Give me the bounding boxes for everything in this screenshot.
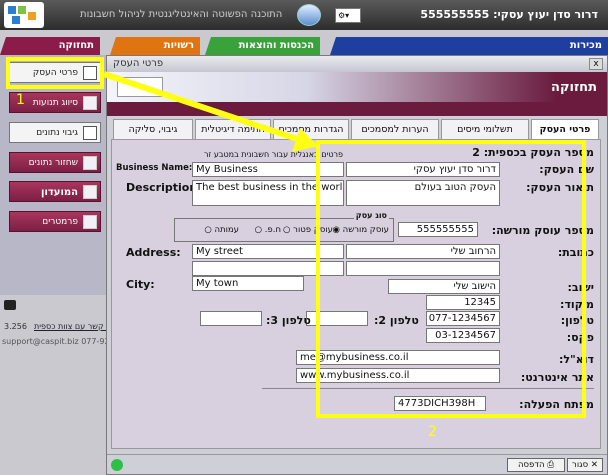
annotation-arrow — [103, 71, 318, 152]
marker-1: 1 — [16, 92, 25, 108]
marker-2: 2 — [428, 424, 437, 440]
